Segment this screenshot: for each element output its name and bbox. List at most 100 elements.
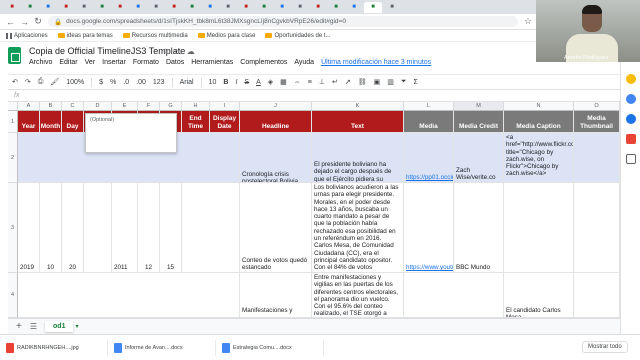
browser-tab[interactable]: ■	[94, 2, 110, 13]
row-header[interactable]: 1	[8, 111, 18, 133]
browser-tab[interactable]: ■	[384, 2, 400, 13]
column-header[interactable]: F	[138, 102, 160, 111]
header-cell-media-caption[interactable]: Media Caption	[504, 111, 574, 133]
forward-icon[interactable]: →	[20, 17, 29, 27]
menu-ayuda[interactable]: Ayuda	[294, 59, 314, 66]
column-header[interactable]: M	[454, 102, 504, 111]
browser-tab[interactable]: ■	[328, 2, 344, 13]
column-header[interactable]: E	[112, 102, 138, 111]
column-header[interactable]: C	[62, 102, 84, 111]
cell-end-year[interactable]: 2011	[112, 183, 138, 273]
column-header[interactable]: N	[504, 102, 574, 111]
back-icon[interactable]: ←	[6, 17, 15, 27]
header-cell-year[interactable]: Year	[18, 111, 40, 133]
header-cell-media-thumbnail[interactable]: Media Thumbnail	[574, 111, 620, 133]
move-folder-icon[interactable]: ▭	[174, 47, 182, 56]
all-sheets-icon[interactable]: ☰	[30, 322, 37, 331]
print-icon[interactable]: ⎙	[38, 78, 44, 86]
select-all-corner[interactable]	[8, 102, 18, 111]
browser-tab[interactable]: ■	[166, 2, 182, 13]
paint-format-icon[interactable]: 🖌	[50, 78, 59, 86]
table-cell[interactable]	[504, 183, 574, 273]
bookmark-folder[interactable]: ideas para temas	[57, 33, 113, 39]
column-header[interactable]: O	[574, 102, 620, 111]
calendar-icon[interactable]	[625, 114, 636, 124]
table-cell[interactable]	[574, 133, 620, 183]
header-cell-headline[interactable]: Headline	[240, 111, 312, 133]
keep-icon[interactable]	[625, 74, 636, 84]
cell-media-link[interactable]: https://www.youtube	[404, 183, 454, 273]
cell-end-day[interactable]: 15	[160, 183, 182, 273]
cell-text[interactable]: El presidente boliviano ha dejado el car…	[312, 133, 404, 183]
header-cell-end-time[interactable]: End Time	[182, 111, 210, 133]
column-header[interactable]: I	[210, 102, 240, 111]
functions-icon[interactable]: Σ	[413, 79, 417, 86]
show-all-downloads-button[interactable]: Mostrar todo	[582, 341, 628, 353]
insert-comment-icon[interactable]: ▣	[374, 78, 381, 86]
browser-tab[interactable]: ■	[130, 2, 146, 13]
browser-tab[interactable]: ■	[346, 2, 362, 13]
menu-formato[interactable]: Formato	[133, 59, 159, 66]
italic-icon[interactable]: I	[235, 79, 237, 86]
column-header[interactable]: L	[404, 102, 454, 111]
increase-decimal-button[interactable]: .00	[136, 79, 146, 86]
table-cell[interactable]	[574, 183, 620, 273]
row-header[interactable]: 2	[8, 133, 18, 183]
add-icon[interactable]	[625, 154, 636, 164]
column-header[interactable]: K	[312, 102, 404, 111]
browser-tab[interactable]: ■	[292, 2, 308, 13]
cell-media-caption[interactable]: El candidato Carlos Mesa	[504, 273, 574, 318]
column-header[interactable]: D	[84, 102, 112, 111]
browser-tab[interactable]: ■	[184, 2, 200, 13]
valign-icon[interactable]: ⊥	[319, 78, 325, 86]
cell-year[interactable]: 2019	[18, 183, 40, 273]
decrease-decimal-button[interactable]: .0	[123, 79, 129, 86]
column-header[interactable]: B	[40, 102, 62, 111]
sheets-logo-icon[interactable]	[8, 47, 21, 64]
currency-button[interactable]: $	[99, 79, 103, 86]
bold-icon[interactable]: B	[223, 79, 228, 86]
download-item[interactable]: Informe de Avan....docx	[112, 339, 216, 356]
browser-tab[interactable]: ■	[4, 2, 20, 13]
bookmark-apps[interactable]: Aplicaciones	[6, 32, 48, 39]
browser-tab[interactable]: ■	[238, 2, 254, 13]
browser-tab[interactable]: ■	[310, 2, 326, 13]
download-item[interactable]: RADIKBNRHNGEH....jpg	[4, 339, 108, 356]
cell-text[interactable]: Los bolivianos acudieron a las urnas par…	[312, 183, 404, 273]
header-cell-month[interactable]: Month	[40, 111, 62, 133]
download-item[interactable]: Estrategia Comu....docx	[220, 339, 324, 356]
browser-tab[interactable]: ■	[76, 2, 92, 13]
cell-media-credit[interactable]: BBC Mundo	[454, 183, 504, 273]
header-cell-media[interactable]: Media	[404, 111, 454, 133]
menu-complementos[interactable]: Complementos	[240, 59, 287, 66]
browser-tab[interactable]: ■	[112, 2, 128, 13]
redo-icon[interactable]: ↷	[25, 78, 31, 86]
row-header[interactable]: 3	[8, 183, 18, 273]
table-cell[interactable]	[182, 183, 240, 273]
text-color-icon[interactable]: A	[256, 79, 261, 86]
header-cell-text[interactable]: Text	[312, 111, 404, 133]
table-cell[interactable]	[18, 273, 240, 318]
menu-ver[interactable]: Ver	[85, 59, 96, 66]
header-cell-day[interactable]: Day	[62, 111, 84, 133]
merge-cells-icon[interactable]: ⇔	[294, 79, 301, 86]
menu-editar[interactable]: Editar	[59, 59, 77, 66]
addon-icon[interactable]	[625, 134, 636, 144]
cell-media-credit[interactable]: Zach Wise/verite.co	[454, 133, 504, 183]
fill-color-icon[interactable]: ◈	[268, 78, 273, 86]
filter-icon[interactable]: ⏷	[401, 78, 407, 86]
reload-icon[interactable]: ↻	[34, 16, 42, 27]
menu-herramientas[interactable]: Herramientas	[191, 59, 233, 66]
cell-text[interactable]: Entre manifestaciones y vigilias en las …	[312, 273, 404, 318]
cell-end-month[interactable]: 12	[138, 183, 160, 273]
star-icon[interactable]: ☆	[524, 16, 532, 27]
browser-tab[interactable]: ■	[256, 2, 272, 13]
cell-day[interactable]: 20	[62, 183, 84, 273]
cell-headline[interactable]: Cronología crisis postelectoral Bolivia	[240, 133, 312, 183]
percent-button[interactable]: %	[110, 79, 116, 86]
cell-media-caption[interactable]: <a href="http://www.flickr.com/photos/za…	[504, 133, 574, 183]
number-format-select[interactable]: 123	[153, 79, 165, 86]
insert-link-icon[interactable]: ⛓	[358, 78, 367, 86]
font-size-select[interactable]: 10	[209, 79, 217, 86]
bookmark-folder[interactable]: Medios para clase	[197, 33, 255, 39]
